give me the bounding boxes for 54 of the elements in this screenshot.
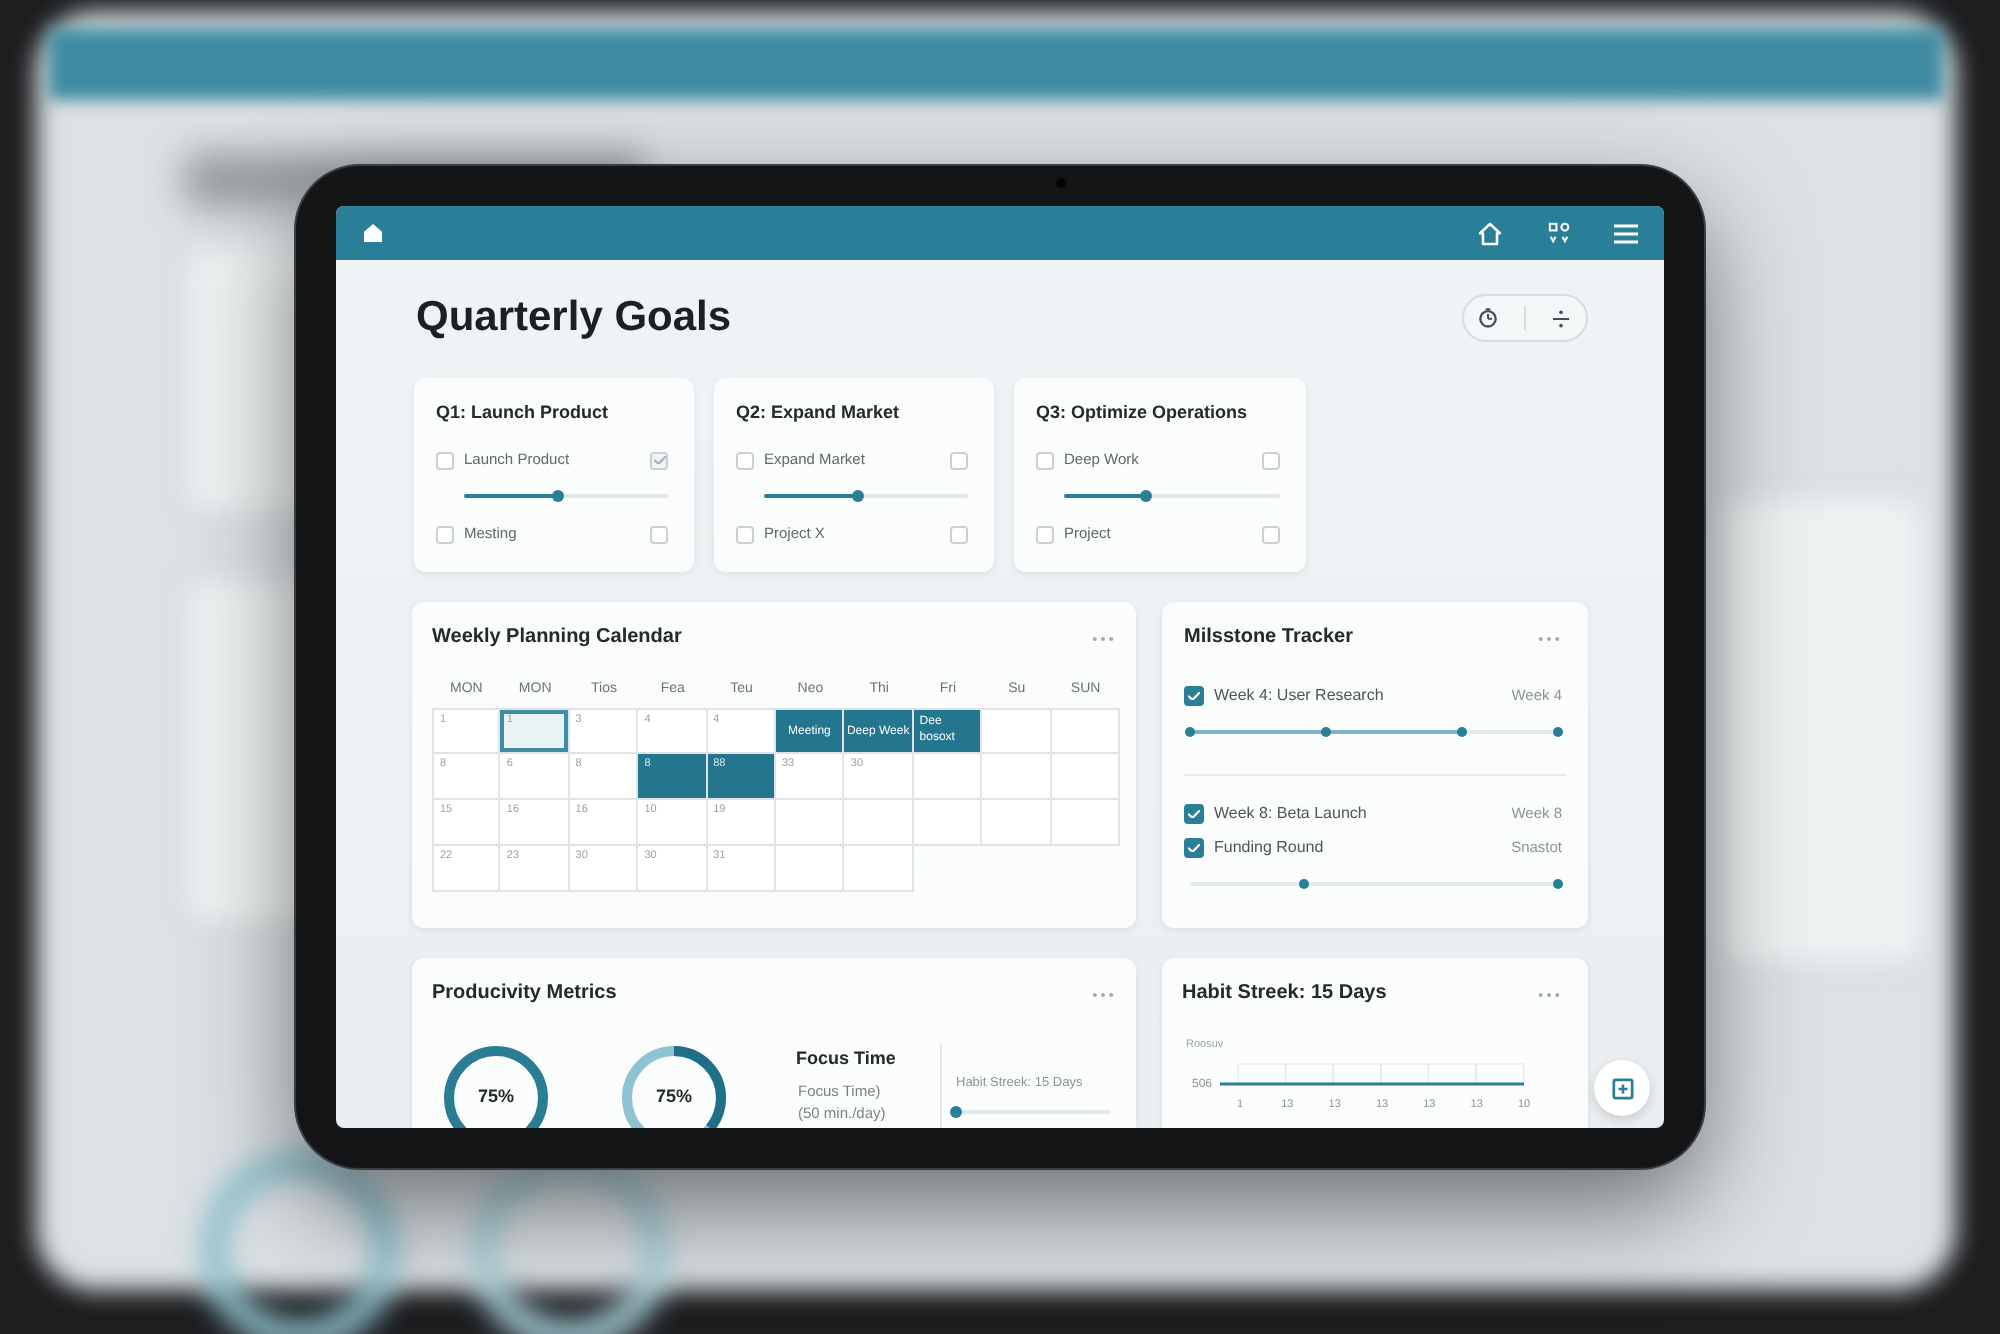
goal-title: Q2: Expand Market	[736, 400, 902, 424]
calendar-cell[interactable]	[913, 754, 983, 800]
card-title: Weekly Planning Calendar	[432, 626, 682, 650]
checkbox[interactable]	[1184, 686, 1204, 706]
milestone-label: Week 8: Beta Launch	[1214, 802, 1367, 826]
calendar-cell[interactable]	[844, 800, 914, 846]
slider-thumb[interactable]	[950, 1106, 962, 1118]
check-icon	[1188, 691, 1200, 701]
calendar-cell[interactable]	[982, 708, 1052, 754]
slider-thumb[interactable]	[1140, 490, 1153, 502]
timer-icon	[1478, 308, 1498, 328]
calendar-cell[interactable]	[844, 846, 914, 892]
milestone-label: Week 4: User Research	[1214, 684, 1384, 708]
more-icon	[1537, 991, 1559, 997]
card-title: Milsstone Tracker	[1184, 626, 1353, 650]
goal-title: Q3: Optimize Operations	[1036, 400, 1250, 424]
more-icon	[1091, 635, 1113, 641]
ring-reading: 75%	[475, 1084, 516, 1108]
home-button[interactable]	[358, 219, 386, 247]
divide-icon	[1551, 309, 1569, 327]
calendar-cell[interactable]	[982, 754, 1052, 800]
checkbox[interactable]	[1184, 838, 1204, 858]
milestone-label: Funding Round	[1214, 836, 1324, 860]
calendar-cell[interactable]	[913, 800, 983, 846]
check-icon	[1188, 843, 1200, 853]
more-icon	[1091, 991, 1113, 997]
calendar-cell[interactable]	[1051, 754, 1120, 800]
goal-title: Q1: Launch Product	[436, 400, 611, 424]
menu-icon	[1614, 223, 1638, 243]
calendar-cell[interactable]	[776, 846, 845, 892]
calendar-cell[interactable]	[1051, 708, 1120, 754]
progress-thumb[interactable]	[1457, 727, 1468, 737]
ring-reading: 75%	[653, 1084, 694, 1108]
square-plus-icon	[1611, 1077, 1633, 1099]
card-title: Habit Streek: 15 Days	[1182, 982, 1387, 1006]
timer-button[interactable]	[1474, 304, 1502, 332]
card-title: Producivity Metrics	[432, 982, 617, 1006]
slider-thumb[interactable]	[551, 490, 564, 502]
slider-thumb[interactable]	[851, 490, 864, 502]
check-icon	[1188, 809, 1200, 819]
house-icon	[363, 224, 381, 242]
focus-title: Focus Time	[796, 1048, 898, 1068]
slider-thumb[interactable]	[1299, 879, 1310, 889]
add-button[interactable]	[1594, 1060, 1650, 1116]
page-title: Quarterly Goals	[416, 294, 732, 342]
home-button[interactable]	[1474, 217, 1506, 249]
grid-icon	[1547, 222, 1569, 244]
checkbox[interactable]	[1184, 804, 1204, 824]
check-icon	[653, 455, 665, 465]
calendar-cell[interactable]	[776, 800, 845, 846]
house-outline-icon	[1478, 221, 1502, 245]
more-icon	[1537, 635, 1559, 641]
calendar-cell[interactable]	[1051, 800, 1120, 846]
calendar-cell[interactable]	[982, 800, 1052, 846]
